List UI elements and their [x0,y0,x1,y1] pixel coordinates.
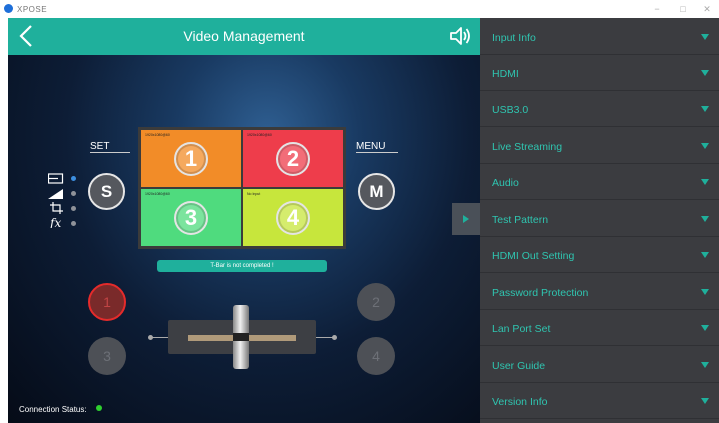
menu-item-lan-port-set[interactable]: Lan Port Set [480,310,719,346]
preview-cell-3[interactable]: 1920x1080@60 3 [141,189,241,246]
menu-item-password-protection[interactable]: Password Protection [480,274,719,310]
tbar-status-bar: T-Bar is not completed ! [157,260,327,272]
menu-item-label: Audio [492,177,519,189]
menu-item-label: Version Info [492,396,548,408]
menu-item-label: User Guide [492,360,546,372]
menu-item-user-guide[interactable]: User Guide [480,347,719,383]
dropdown-arrow-icon [701,34,709,40]
tbar-handle-grip [233,333,249,341]
menu-item-label: Test Pattern [492,214,549,226]
menu-item-hdmi[interactable]: HDMI [480,55,719,91]
close-button[interactable]: ✕ [698,1,716,17]
svg-text:fx: fx [50,216,61,228]
preview-grid: 1920x1080@60 1 1920x1080@60 2 1920x1080@… [138,127,346,249]
fx-indicator [71,221,76,226]
brightness-icon[interactable] [48,188,64,200]
menu-item-label: Live Streaming [492,141,563,153]
tbar-right-dot [332,335,337,340]
dropdown-arrow-icon [701,179,709,185]
cell-resolution: No Input [247,192,261,196]
speaker-icon[interactable] [448,25,472,47]
dropdown-arrow-icon [701,106,709,112]
layout-icon[interactable] [48,173,64,185]
control-stage: SET MENU S M fx 1920x1080@60 1 1920x1080… [8,55,480,423]
settings-sidebar: Input Info HDMI USB3.0 Live Streaming Au… [480,18,719,423]
dropdown-arrow-icon [701,216,709,222]
input-button-1[interactable]: 1 [88,283,126,321]
layout-indicator [71,176,76,181]
connection-status-indicator [96,405,102,411]
menu-item-label: Input Info [492,32,536,44]
menu-item-version-info[interactable]: Version Info [480,383,719,419]
menu-item-label: HDMI [492,68,519,80]
cell-number: 4 [276,200,310,235]
connection-status-label: Connection Status: [19,405,87,414]
menu-item-label: HDMI Out Setting [492,250,575,262]
crop-icon[interactable] [50,202,66,214]
menu-button[interactable]: M [358,173,395,210]
maximize-button[interactable]: □ [674,1,692,17]
cell-resolution: 1920x1080@60 [145,133,170,137]
app-logo-icon [4,4,13,13]
crop-indicator [71,206,76,211]
menu-item-hdmi-out-setting[interactable]: HDMI Out Setting [480,237,719,273]
dropdown-arrow-icon [701,362,709,368]
page-title: Video Management [183,28,305,44]
cell-number: 1 [174,141,208,176]
menu-item-label: Lan Port Set [492,323,551,335]
cell-number: 3 [174,200,208,235]
fx-icon[interactable]: fx [50,216,66,228]
dropdown-arrow-icon [701,398,709,404]
menu-item-live-streaming[interactable]: Live Streaming [480,128,719,164]
cell-number: 2 [276,141,310,176]
brightness-indicator [71,191,76,196]
app-header: Video Management [8,18,480,55]
dropdown-arrow-icon [701,289,709,295]
window-titlebar: XPOSE − □ ✕ [0,0,719,18]
input-button-2[interactable]: 2 [357,283,395,321]
minimize-button[interactable]: − [648,1,666,17]
dropdown-arrow-icon [701,252,709,258]
menu-label: MENU [356,141,386,152]
input-button-4[interactable]: 4 [357,337,395,375]
input-button-3[interactable]: 3 [88,337,126,375]
menu-item-audio[interactable]: Audio [480,164,719,200]
menu-item-input-info[interactable]: Input Info [480,19,719,55]
preview-cell-1[interactable]: 1920x1080@60 1 [141,130,241,187]
menu-underline [356,152,398,153]
preview-cell-2[interactable]: 1920x1080@60 2 [243,130,343,187]
preview-cell-4[interactable]: No Input 4 [243,189,343,246]
set-label: SET [90,141,110,152]
menu-item-usb[interactable]: USB3.0 [480,91,719,127]
cell-resolution: 1920x1080@60 [247,133,272,137]
menu-item-label: Password Protection [492,287,589,299]
window-title: XPOSE [17,5,48,14]
tbar-left-line [150,337,170,338]
dropdown-arrow-icon [701,325,709,331]
play-arrow-icon [463,215,469,223]
set-underline [90,152,130,153]
tbar-left-dot [148,335,153,340]
set-button[interactable]: S [88,173,125,210]
menu-item-label: USB3.0 [492,104,529,116]
dropdown-arrow-icon [701,143,709,149]
cell-resolution: 1920x1080@60 [145,192,170,196]
sidebar-toggle-button[interactable] [452,203,480,235]
dropdown-arrow-icon [701,70,709,76]
menu-item-test-pattern[interactable]: Test Pattern [480,201,719,237]
